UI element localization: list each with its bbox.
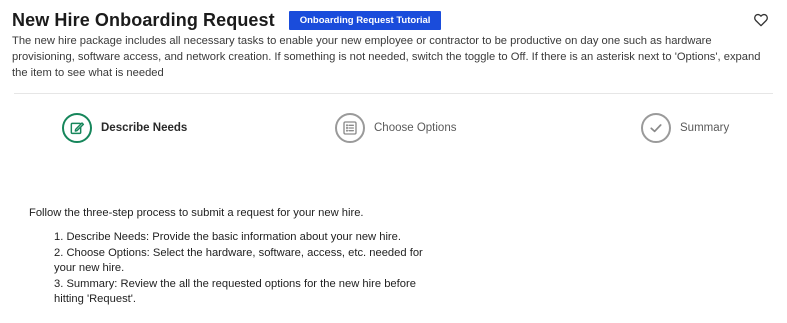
header-divider bbox=[14, 93, 773, 94]
instructions-list: 1. Describe Needs: Provide the basic inf… bbox=[29, 230, 424, 308]
step-label: Summary bbox=[680, 122, 730, 134]
list-item: 1. Describe Needs: Provide the basic inf… bbox=[54, 231, 401, 243]
step-summary[interactable]: Summary bbox=[641, 113, 729, 143]
step-label: Choose Options bbox=[374, 122, 457, 134]
page-description: The new hire package includes all necess… bbox=[12, 35, 761, 80]
page-header: New Hire Onboarding Request Onboarding R… bbox=[12, 9, 773, 82]
instructions: Follow the three-step process to submit … bbox=[29, 206, 424, 308]
tutorial-button[interactable]: Onboarding Request Tutorial bbox=[288, 10, 442, 30]
page-title: New Hire Onboarding Request bbox=[12, 9, 275, 30]
list-item: 2. Choose Options: Select the hardware, … bbox=[54, 246, 423, 275]
check-icon bbox=[641, 113, 671, 143]
edit-icon bbox=[62, 113, 92, 143]
heart-outline-icon[interactable] bbox=[753, 12, 769, 28]
step-describe-needs[interactable]: Describe Needs bbox=[62, 113, 187, 143]
stepper: Describe Needs Choose Options Summary bbox=[0, 113, 787, 149]
step-choose-options[interactable]: Choose Options bbox=[335, 113, 456, 143]
list-item: 3. Summary: Review the all the requested… bbox=[54, 277, 416, 306]
title-row: New Hire Onboarding Request Onboarding R… bbox=[12, 9, 773, 31]
step-label: Describe Needs bbox=[101, 122, 188, 134]
instructions-intro: Follow the three-step process to submit … bbox=[29, 207, 364, 219]
list-icon bbox=[335, 113, 365, 143]
